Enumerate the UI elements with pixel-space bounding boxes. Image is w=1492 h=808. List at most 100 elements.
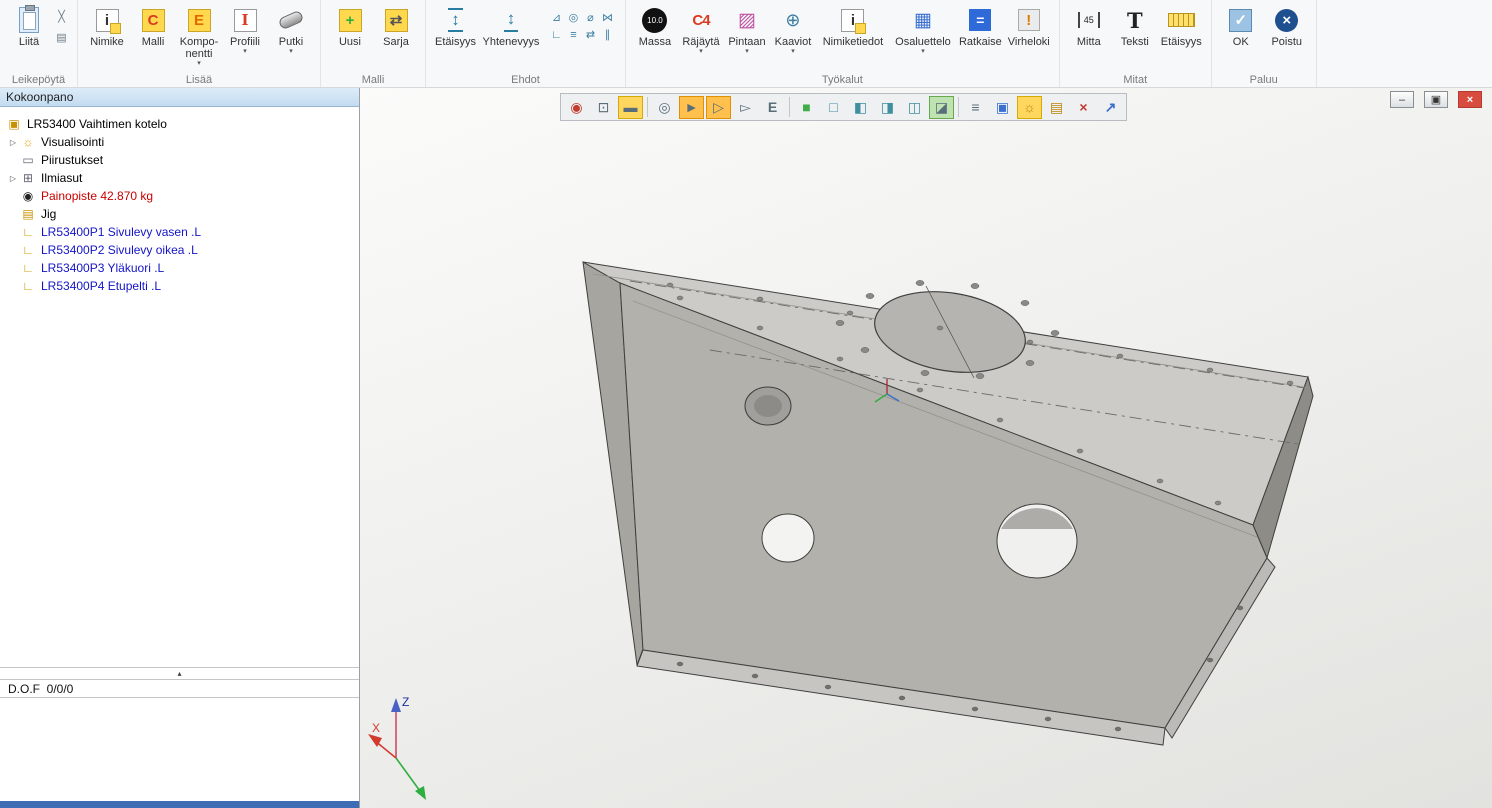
sheet-part-icon: ∟ [20,225,36,239]
tree-item-part-4[interactable]: ∟ LR53400P4 Etupelti .L [0,277,359,295]
print-icon[interactable]: ▤ [1044,96,1069,119]
tree-item-ilmiasut[interactable]: ▷ ⊞ Ilmiasut [0,169,359,187]
etaisyys-measure-button[interactable]: Etäisyys [1159,3,1204,49]
group-label-ehdot: Ehdot [426,74,625,86]
shaded-edges-view-icon[interactable]: ◨ [875,96,900,119]
wireframe-view-icon[interactable]: □ [821,96,846,119]
model-3d[interactable]: Z X [360,88,1492,808]
parallel-constraint-icon[interactable]: ∥ [599,26,616,43]
viewport-3d[interactable]: Z X ◉ ⊡ ▬ ◎ ► ▷ ▻ E ■ □ ◧ ◨ ◫ ◪ ≡ ▣ ☼ ▤ … [360,88,1492,808]
etaisyys-constraint-button[interactable]: ↕ Etäisyys [433,3,478,49]
axis-x-label: X [372,721,380,735]
tree-item-painopiste[interactable]: ◉ Painopiste 42.870 kg [0,187,359,205]
model-icon: C [142,9,165,32]
parts-list-icon: ▦ [914,9,932,32]
tree-item-part-2[interactable]: ∟ LR53400P2 Sivulevy oikea .L [0,241,359,259]
diameter-constraint-icon[interactable]: ⌀ [582,9,599,26]
item-data-icon: i [841,9,864,32]
axis-z-label: Z [402,695,409,709]
virheloki-button[interactable]: ! Virheloki [1006,3,1052,49]
group-label-mitat: Mitat [1060,74,1211,86]
hidden-edges-view-icon[interactable]: ◧ [848,96,873,119]
tree-item-part-1[interactable]: ∟ LR53400P1 Sivulevy vasen .L [0,223,359,241]
delete-icon[interactable]: × [1071,96,1096,119]
distance-constraint-icon: ↕ [448,8,463,32]
pipe-icon [278,10,305,31]
coincidence-constraint-icon: ↕ [504,8,519,32]
maximize-button[interactable]: ▣ [1424,91,1448,108]
minimize-button[interactable]: – [1390,91,1414,108]
align-constraint-icon[interactable]: ≡ [565,26,582,43]
explode-icon: C4 [692,12,709,29]
move-icon[interactable]: ⊡ [591,96,616,119]
group-label-paluu: Paluu [1212,74,1316,86]
teksti-button[interactable]: T Teksti [1113,3,1157,49]
select-vertex-icon[interactable]: ► [679,96,704,119]
yhtenevyys-button[interactable]: ↕ Yhtenevyys [480,3,542,49]
rajayta-button[interactable]: C4 Räjäytä ▾ [679,3,723,57]
malli-button[interactable]: C Malli [131,3,175,49]
text-icon: T [1127,8,1143,33]
select-edge-icon[interactable]: ▷ [706,96,731,119]
nimike-button[interactable]: i Nimike [85,3,129,49]
tree-item-root[interactable]: ▣ LR53400 Vaihtimen kotelo [0,115,359,133]
sarja-button[interactable]: ⇄ Sarja [374,3,418,49]
concentric-constraint-icon[interactable]: ◎ [565,9,582,26]
symmetry-constraint-icon[interactable]: ⇄ [582,26,599,43]
ribbon-group-tyokalut: 10.0 Massa C4 Räjäytä ▾ ▨ Pintaan ▾ ⊕ Ka… [626,0,1060,87]
sheet-part-icon: ∟ [20,261,36,275]
panel-splitter[interactable]: ▴ [0,668,359,680]
ribbon-group-ehdot: ↕ Etäisyys ↕ Yhtenevyys ⊿ ◎ ⌀ ⋈ ∟ ≡ ⇄ ∥ … [426,0,626,87]
mitta-button[interactable]: 45 Mitta [1067,3,1111,49]
group-label-tyokalut: Työkalut [626,74,1059,86]
transparent-view-icon[interactable]: ◫ [902,96,927,119]
uusi-button[interactable]: + Uusi [328,3,372,49]
toolbar-separator [647,97,648,117]
toolbar-separator [789,97,790,117]
expander-icon[interactable]: ▷ [6,174,20,183]
select-face-icon[interactable]: ▻ [733,96,758,119]
osaluettelo-button[interactable]: ▦ Osaluettelo ▾ [891,3,955,57]
profiili-button[interactable]: I Profiili ▾ [223,3,267,57]
ok-button[interactable]: ✓ OK [1219,3,1263,49]
chevron-down-icon: ▾ [745,48,749,56]
perpendicular-constraint-icon[interactable]: ∟ [548,26,565,43]
nimiketiedot-button[interactable]: i Nimiketiedot [817,3,889,49]
center-of-gravity-icon: ◉ [20,189,36,203]
putki-button[interactable]: Putki ▾ [269,3,313,57]
lamp-icon[interactable]: ☼ [1017,96,1042,119]
dof-status: D.O.F 0/0/0 [0,680,359,698]
poistu-button[interactable]: × Poistu [1265,3,1309,49]
mass-icon: 10.0 [642,8,667,33]
komponentti-button[interactable]: E Kompo- nentti ▾ [177,3,221,69]
pin-icon[interactable]: ◉ [564,96,589,119]
error-log-icon: ! [1018,9,1040,31]
measure-icon[interactable]: ▬ [618,96,643,119]
drawings-icon: ▭ [20,153,36,167]
cut-icon[interactable]: ╳ [53,8,70,24]
massa-button[interactable]: 10.0 Massa [633,3,677,49]
paste-button[interactable]: Liitä [7,3,51,49]
export-view-icon[interactable]: ↗ [1098,96,1123,119]
diagram-icon: ⊕ [785,10,800,31]
tree-item-visualisointi[interactable]: ▷ ☼ Visualisointi [0,133,359,151]
ratkaise-button[interactable]: = Ratkaise [957,3,1004,49]
tangent-constraint-icon[interactable]: ⋈ [599,9,616,26]
expander-icon[interactable]: ▷ [6,138,20,147]
tree-item-piirustukset[interactable]: ▭ Piirustukset [0,151,359,169]
kaaviot-button[interactable]: ⊕ Kaaviot ▾ [771,3,815,57]
panel-title: Kokoonpano [0,88,359,107]
tree-item-part-3[interactable]: ∟ LR53400P3 Yläkuori .L [0,259,359,277]
group-label-lisaa: Lisää [78,74,320,86]
select-element-icon[interactable]: E [760,96,785,119]
shaded-view-icon[interactable]: ■ [794,96,819,119]
copy-icon[interactable]: ▤ [53,29,70,45]
part-list-icon[interactable]: ≡ [963,96,988,119]
tree-item-jig[interactable]: ▤ Jig [0,205,359,223]
copy-view-icon[interactable]: ▣ [990,96,1015,119]
angle-constraint-icon[interactable]: ⊿ [548,9,565,26]
normal-to-face-icon[interactable]: ◪ [929,96,954,119]
snap-point-icon[interactable]: ◎ [652,96,677,119]
close-button[interactable]: × [1458,91,1482,108]
pintaan-button[interactable]: ▨ Pintaan ▾ [725,3,769,57]
